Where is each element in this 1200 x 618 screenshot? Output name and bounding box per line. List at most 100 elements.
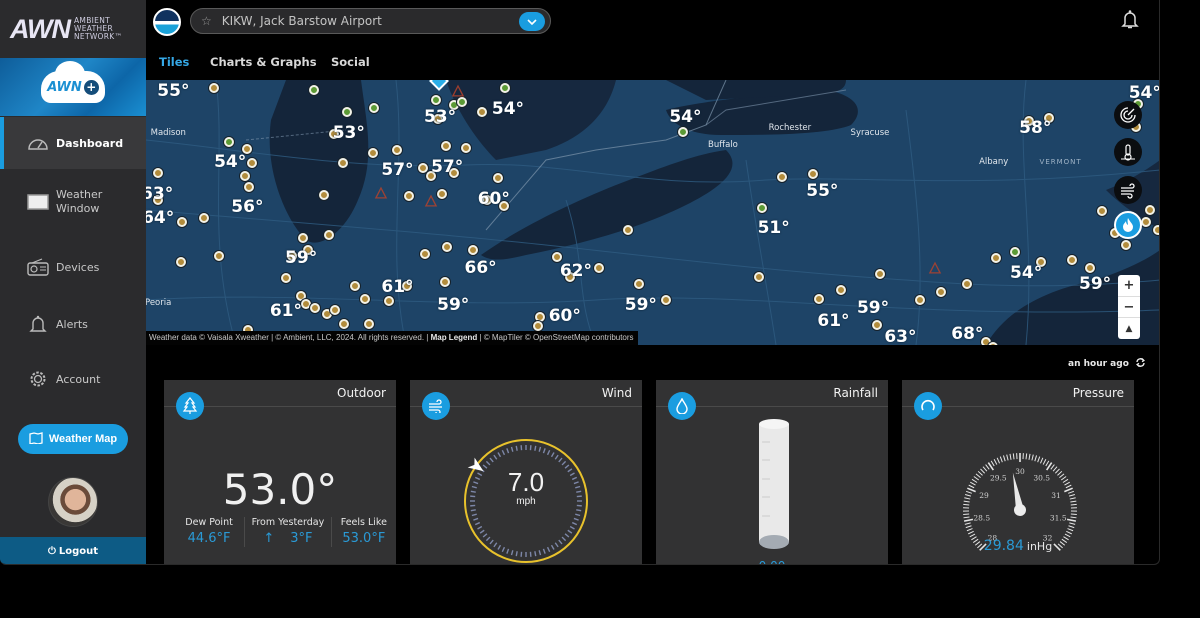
fire-marker-icon[interactable]: 🜂 [374,176,388,209]
sidebar-item-weather-window[interactable]: Weather Window [0,180,146,224]
weather-station-marker[interactable] [915,295,925,305]
weather-station-marker[interactable] [338,158,348,168]
pressure-tile[interactable]: Pressure 28 28.5 29 29.5 30 30.5 31 31.5 32 29.8… [902,380,1134,564]
weather-station-marker[interactable] [360,294,370,304]
weather-station-marker[interactable] [437,189,447,199]
weather-station-marker[interactable] [461,143,471,153]
weather-station-marker[interactable] [1010,247,1020,257]
tab-social[interactable]: Social [331,55,370,69]
star-icon[interactable]: ☆ [201,14,212,28]
weather-station-marker[interactable] [442,242,452,252]
weather-station-marker[interactable] [404,191,414,201]
weather-station-marker[interactable] [1153,225,1159,235]
weather-station-marker[interactable] [661,295,671,305]
logout-button[interactable]: ⏻ Logout [0,537,146,564]
rainfall-tile[interactable]: Rainfall 0.00 [656,380,888,564]
weather-station-marker[interactable] [342,107,352,117]
weather-station-marker[interactable] [1085,263,1095,273]
weather-map[interactable]: Madison Peoria Rochester Buffalo Syracuse Alb… [146,80,1159,345]
weather-station-marker[interactable] [440,277,450,287]
weather-station-marker[interactable] [431,95,441,105]
avatar[interactable] [48,477,98,527]
sidebar-item-devices[interactable]: Devices [0,252,146,282]
weather-station-marker[interactable] [240,171,250,181]
awn-logo[interactable]: AWN AMBIENT WEATHER NETWORK™ [0,0,146,58]
weather-station-marker[interactable] [1141,217,1151,227]
weather-map-button[interactable]: Weather Map [18,424,128,454]
fire-marker-icon[interactable]: 🜂 [928,251,942,284]
weather-station-marker[interactable] [808,169,818,179]
weather-station-marker[interactable] [634,279,644,289]
weather-station-marker[interactable] [875,269,885,279]
weather-station-marker[interactable] [441,141,451,151]
notifications-bell-icon[interactable] [1119,8,1141,30]
weather-station-marker[interactable] [468,245,478,255]
weather-station-marker[interactable] [339,319,349,329]
weather-station-marker[interactable] [623,225,633,235]
weather-station-marker[interactable] [368,148,378,158]
weather-station-marker[interactable] [962,279,972,289]
weather-station-marker[interactable] [814,294,824,304]
weather-station-marker[interactable] [309,85,319,95]
sidebar-item-alerts[interactable]: Alerts [0,309,146,339]
weather-station-marker[interactable] [872,320,882,330]
station-search-input[interactable] [221,14,512,28]
weather-station-marker[interactable] [176,257,186,267]
weather-station-marker[interactable] [350,281,360,291]
weather-station-marker[interactable] [330,305,340,315]
weather-station-marker[interactable] [1097,206,1107,216]
weather-station-marker[interactable] [392,145,402,155]
map-legend-link[interactable]: Map Legend [431,333,478,342]
weather-station-marker[interactable] [936,287,946,297]
chevron-down-icon[interactable] [519,12,545,31]
zoom-out-button[interactable]: − [1118,297,1140,319]
weather-station-marker[interactable] [369,103,379,113]
weather-station-marker[interactable] [199,213,209,223]
weather-station-marker[interactable] [777,172,787,182]
sidebar-item-account[interactable]: Account [0,364,146,394]
weather-station-marker[interactable] [384,296,394,306]
weather-station-marker[interactable] [324,230,334,240]
weather-station-marker[interactable] [477,107,487,117]
zoom-in-button[interactable]: + [1118,275,1140,297]
weather-station-marker[interactable] [988,342,998,345]
fire-marker-icon[interactable]: 🜂 [451,80,465,107]
wind-layer-button[interactable] [1114,176,1142,204]
temperature-layer-button[interactable] [1114,138,1142,166]
sidebar-item-dashboard[interactable]: Dashboard [0,117,146,169]
weather-station-marker[interactable] [991,253,1001,263]
weather-station-marker[interactable] [1067,255,1077,265]
weather-station-marker[interactable] [281,273,291,283]
weather-station-marker[interactable] [493,173,503,183]
outdoor-tile[interactable]: Outdoor 53.0° Dew Point 44.6°F From Yest… [164,380,396,564]
compass-reset-button[interactable]: ▲ [1118,318,1140,339]
wind-tile[interactable]: Wind 7.0 mph [410,380,642,564]
weather-station-marker[interactable] [836,285,846,295]
weather-station-marker[interactable] [177,217,187,227]
weather-station-marker[interactable] [533,321,543,331]
weather-station-marker[interactable] [247,158,257,168]
weather-station-marker[interactable] [757,203,767,213]
tab-charts-graphs[interactable]: Charts & Graphs [210,55,317,69]
awn-plus-banner[interactable]: AWN + [0,58,146,116]
weather-station-marker[interactable] [678,127,688,137]
weather-station-marker[interactable] [209,83,219,93]
weather-station-marker[interactable] [244,182,254,192]
weather-station-marker[interactable] [214,251,224,261]
weather-station-marker[interactable] [310,303,320,313]
weather-station-marker[interactable] [500,83,510,93]
tab-tiles[interactable]: Tiles [159,55,189,69]
fire-marker-icon[interactable]: 🜂 [424,184,438,217]
refresh-icon[interactable] [1135,357,1146,371]
weather-station-marker[interactable] [298,233,308,243]
weather-station-marker[interactable] [754,272,764,282]
weather-station-marker[interactable] [224,137,234,147]
weather-station-marker[interactable] [1145,205,1155,215]
weather-station-marker[interactable] [1121,240,1131,250]
weather-station-marker[interactable] [319,190,329,200]
weather-station-marker[interactable] [153,168,163,178]
weather-station-marker[interactable] [594,263,604,273]
fire-layer-button[interactable] [1114,211,1142,239]
radar-layer-button[interactable] [1114,101,1142,129]
weather-station-marker[interactable] [364,319,374,329]
